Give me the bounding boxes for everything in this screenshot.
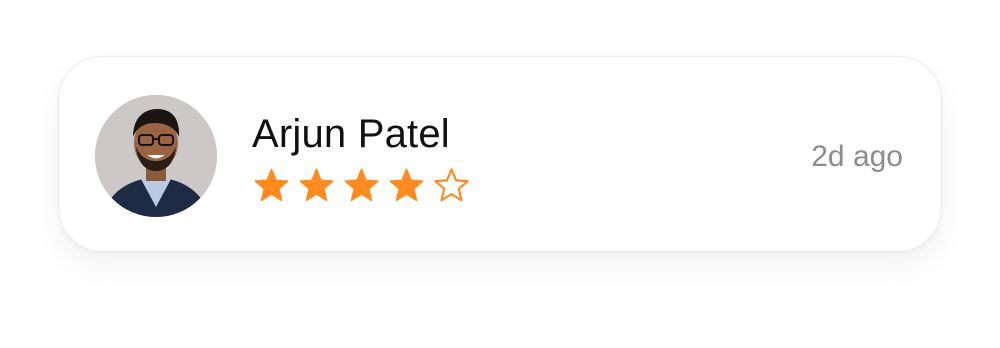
avatar[interactable] [95,95,217,217]
star-outline-icon [434,168,469,202]
avatar-photo [95,95,217,217]
star-filled-icon [344,168,379,202]
author-name: Arjun Patel [252,112,450,156]
star-filled-icon [254,168,289,202]
review-stage: Arjun Patel 2d ago [0,0,1000,348]
review-card[interactable]: Arjun Patel 2d ago [58,56,942,252]
star-filled-icon [389,168,424,202]
review-timestamp: 2d ago [811,140,903,173]
star-filled-icon [299,168,334,202]
star-rating [253,167,470,204]
